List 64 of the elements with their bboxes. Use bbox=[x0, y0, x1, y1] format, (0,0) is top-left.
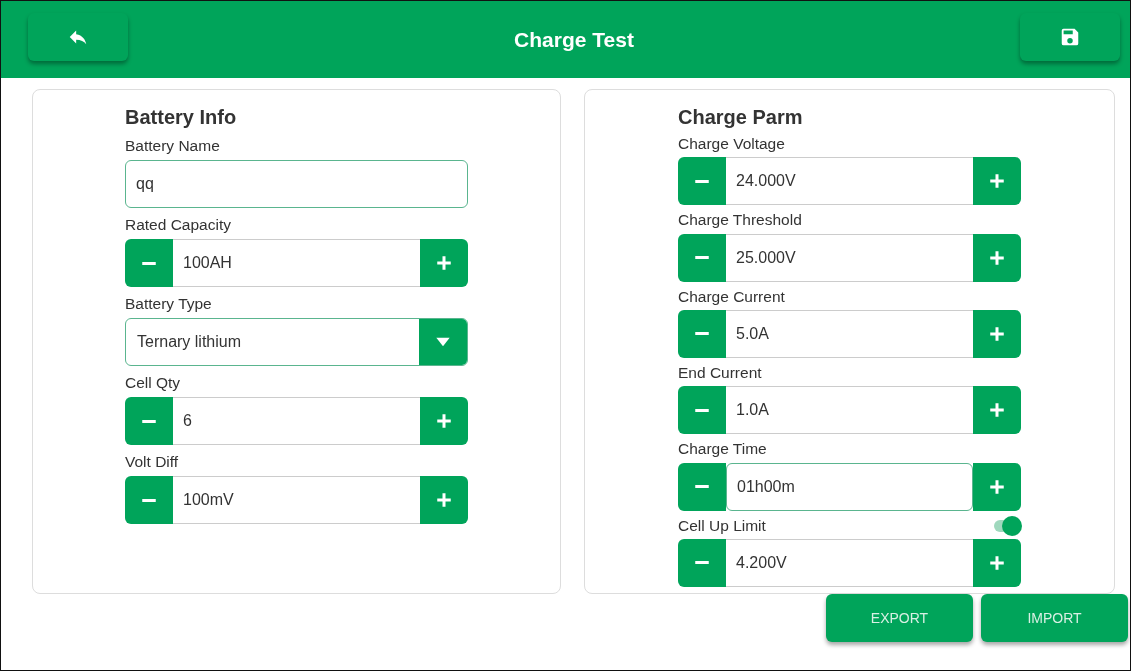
input-field[interactable]: 4.200V bbox=[726, 538, 973, 587]
plus-icon bbox=[988, 553, 1006, 572]
dropdown-button[interactable] bbox=[419, 319, 467, 365]
plus-icon bbox=[988, 248, 1006, 267]
section-title: Battery Info bbox=[125, 106, 238, 129]
field-label: Battery Name bbox=[125, 136, 220, 155]
input-field[interactable]: 100AH bbox=[173, 239, 420, 287]
increment-button[interactable] bbox=[420, 397, 468, 445]
plus-icon bbox=[435, 254, 453, 272]
input-field[interactable]: 24.000V bbox=[726, 157, 973, 206]
field-label: Charge Threshold bbox=[678, 211, 802, 230]
field-label: Charge Voltage bbox=[678, 135, 785, 154]
plus-icon bbox=[435, 412, 453, 430]
plus-icon bbox=[435, 491, 453, 509]
input-field[interactable]: 6 bbox=[173, 397, 420, 445]
page-title: Charge Test bbox=[514, 27, 634, 52]
dropdown[interactable]: Ternary lithium bbox=[125, 318, 468, 366]
save-button[interactable] bbox=[1020, 12, 1120, 61]
decrement-button[interactable] bbox=[125, 397, 173, 445]
increment-button[interactable] bbox=[420, 476, 468, 524]
field-label: Cell Qty bbox=[125, 373, 181, 392]
minus-icon bbox=[142, 498, 156, 502]
minus-icon bbox=[695, 179, 709, 183]
decrement-button[interactable] bbox=[678, 233, 726, 282]
increment-button[interactable] bbox=[420, 239, 468, 287]
minus-icon bbox=[695, 256, 709, 260]
increment-button[interactable] bbox=[973, 157, 1021, 206]
minus-icon bbox=[142, 261, 156, 265]
increment-button[interactable] bbox=[973, 310, 1021, 358]
decrement-button[interactable] bbox=[678, 538, 726, 587]
decrement-button[interactable] bbox=[125, 239, 173, 287]
decrement-button[interactable] bbox=[678, 386, 726, 435]
minus-icon bbox=[695, 332, 709, 336]
decrement-button[interactable] bbox=[678, 310, 726, 358]
section-title: Charge Parm bbox=[678, 106, 804, 129]
input-field[interactable]: 5.0A bbox=[726, 310, 973, 358]
input-field[interactable]: 01h00m bbox=[726, 462, 973, 511]
plus-icon bbox=[988, 477, 1006, 496]
decrement-button[interactable] bbox=[678, 157, 726, 206]
input-field[interactable]: qq bbox=[125, 160, 468, 208]
field-label: Rated Capacity bbox=[125, 215, 231, 234]
increment-button[interactable] bbox=[973, 538, 1021, 587]
field-label: Cell Up Limit bbox=[678, 516, 766, 535]
plus-icon bbox=[988, 325, 1006, 343]
field-label: Volt Diff bbox=[125, 452, 179, 471]
increment-button[interactable] bbox=[973, 233, 1021, 282]
decrement-button[interactable] bbox=[125, 476, 173, 524]
minus-icon bbox=[695, 408, 709, 412]
decrement-button[interactable] bbox=[678, 462, 726, 511]
increment-button[interactable] bbox=[973, 462, 1021, 511]
minus-icon bbox=[142, 419, 156, 423]
field-label: Battery Type bbox=[125, 294, 212, 313]
input-field[interactable]: 100mV bbox=[173, 476, 420, 524]
increment-button[interactable] bbox=[973, 386, 1021, 435]
input-field[interactable]: 1.0A bbox=[726, 386, 973, 435]
field-label: Charge Current bbox=[678, 287, 785, 306]
plus-icon bbox=[988, 172, 1006, 191]
minus-icon bbox=[695, 485, 709, 489]
minus-icon bbox=[695, 561, 709, 565]
field-label: End Current bbox=[678, 364, 762, 383]
dropdown-value: Ternary lithium bbox=[136, 332, 243, 352]
field-label: Charge Time bbox=[678, 440, 767, 459]
plus-icon bbox=[988, 401, 1006, 420]
input-field[interactable]: 25.000V bbox=[726, 233, 973, 282]
